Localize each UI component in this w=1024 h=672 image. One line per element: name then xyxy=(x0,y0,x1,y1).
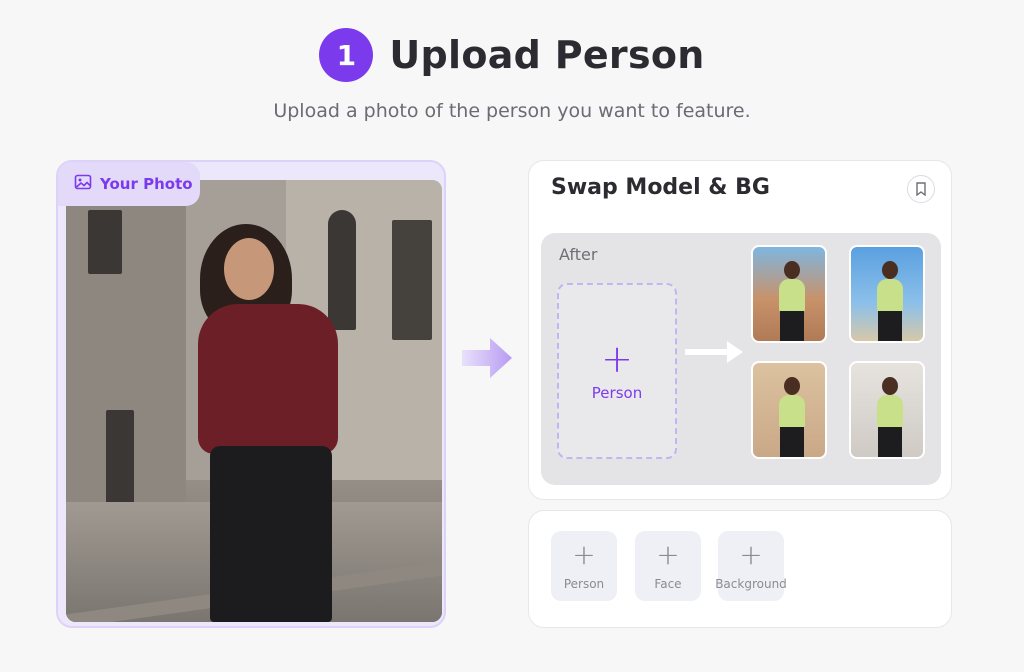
step-header: 1 Upload Person xyxy=(0,28,1024,82)
your-photo-label: Your Photo xyxy=(100,175,193,193)
face-slot-button[interactable]: + Face xyxy=(635,531,701,601)
result-thumbnail[interactable] xyxy=(751,245,827,343)
result-thumbnail[interactable] xyxy=(751,361,827,459)
after-preview-panel: After + Person xyxy=(541,233,941,485)
slot-label: Face xyxy=(654,577,682,591)
slot-label: Person xyxy=(563,577,605,591)
your-photo-card[interactable]: Your Photo xyxy=(56,160,446,628)
background-slot-button[interactable]: + Background xyxy=(715,531,787,601)
bookmark-button[interactable] xyxy=(907,175,935,203)
person-slot-button[interactable]: + Person xyxy=(551,531,617,601)
result-thumbnail[interactable] xyxy=(849,245,925,343)
swap-model-bg-card[interactable]: Swap Model & BG After + Person xyxy=(528,160,952,500)
page-title: Upload Person xyxy=(389,33,705,77)
page-subtitle: Upload a photo of the person you want to… xyxy=(273,100,751,122)
person-drop-zone[interactable]: + Person xyxy=(557,283,677,459)
slot-label: Background xyxy=(715,577,787,591)
arrow-right-icon xyxy=(685,339,745,369)
plus-icon: + xyxy=(572,538,596,571)
plus-icon: + xyxy=(656,538,680,571)
uploaded-person-photo xyxy=(66,180,442,622)
bookmark-icon xyxy=(916,182,926,196)
plus-icon: + xyxy=(739,538,763,571)
after-label: After xyxy=(559,245,598,264)
your-photo-tab: Your Photo xyxy=(58,162,200,206)
input-slots-card: + Person + Face + Background xyxy=(528,510,952,628)
arrow-right-icon xyxy=(462,336,514,384)
swap-card-title: Swap Model & BG xyxy=(551,175,770,200)
plus-icon: + xyxy=(601,337,633,381)
result-thumbnail[interactable] xyxy=(849,361,925,459)
person-drop-label: Person xyxy=(591,384,643,402)
step-number-badge: 1 xyxy=(319,28,374,82)
image-icon xyxy=(74,173,92,195)
